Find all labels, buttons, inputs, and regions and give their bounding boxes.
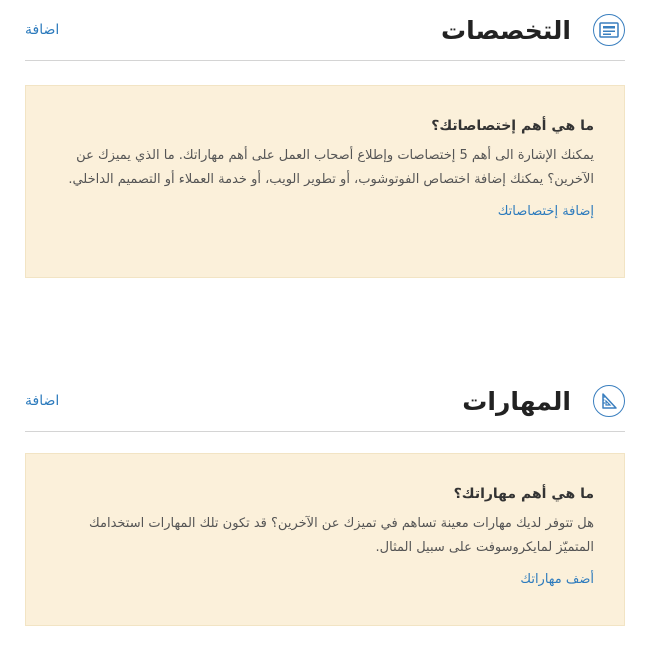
specializations-info-box: ما هي أهم إختصاصاتك؟ يمكنك الإشارة الى أ…	[25, 85, 625, 278]
skills-title-group: المهارات	[462, 385, 625, 417]
skills-title: المهارات	[462, 386, 571, 416]
specializations-title: التخصصات	[441, 15, 571, 45]
skills-info-heading: ما هي أهم مهاراتك؟	[453, 486, 594, 502]
add-specializations-link[interactable]: إضافة إختصاصاتك	[498, 204, 594, 219]
skills-info-text: هل تتوفر لديك مهارات معينة تساهم في تميز…	[89, 516, 594, 555]
skills-info-box: ما هي أهم مهاراتك؟ هل تتوفر لديك مهارات …	[25, 453, 625, 626]
specializations-header: التخصصات اضافة	[25, 0, 625, 61]
skills-header: المهارات اضافة	[25, 371, 625, 432]
profile-page: التخصصات اضافة ما هي أهم إختصاصاتك؟ يمكن…	[0, 0, 663, 649]
specializations-info-text: يمكنك الإشارة الى أهم 5 إختصاصات وإطلاع …	[68, 148, 594, 187]
specializations-info-heading: ما هي أهم إختصاصاتك؟	[431, 118, 594, 134]
list-card-icon	[593, 14, 625, 46]
add-specialization-link[interactable]: اضافة	[25, 22, 59, 38]
ruler-triangle-icon	[593, 385, 625, 417]
add-skill-link[interactable]: اضافة	[25, 393, 59, 409]
specializations-title-group: التخصصات	[441, 14, 625, 46]
add-skills-link[interactable]: أضف مهاراتك	[520, 572, 594, 587]
